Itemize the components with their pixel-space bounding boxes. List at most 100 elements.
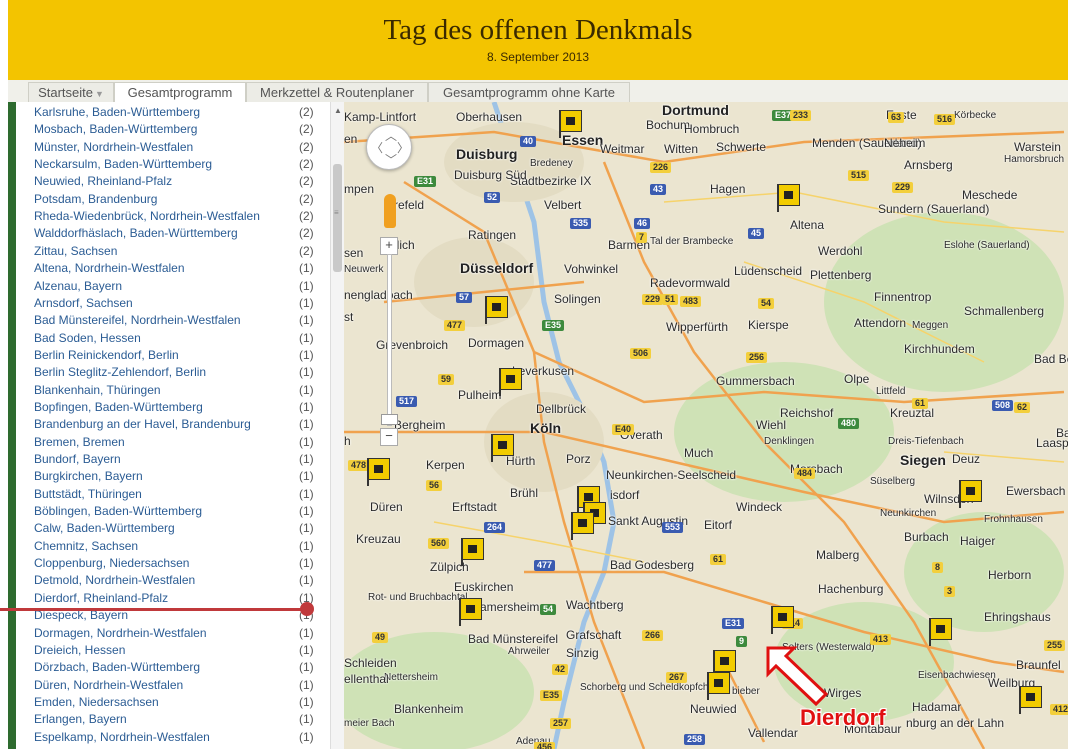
scrollbar[interactable]: ▲ ≡ (330, 102, 345, 749)
place-name[interactable]: Bad Münstereifel, Nordrhein-Westfalen (34, 312, 241, 329)
place-list-item[interactable]: Walddorfhäslach, Baden-Württemberg (2) (16, 225, 330, 242)
pan-right-icon[interactable]: 〉 (397, 139, 409, 156)
pan-control[interactable]: ︿ 〈〉 ﹀ (366, 124, 412, 170)
place-name[interactable]: Zittau, Sachsen (34, 243, 117, 260)
place-list-item[interactable]: Arnsdorf, Sachsen (1) (16, 295, 330, 312)
place-name[interactable]: Dreieich, Hessen (34, 642, 125, 659)
place-list-item[interactable]: Brandenburg an der Havel, Brandenburg (1) (16, 416, 330, 433)
place-list-item[interactable]: Emden, Niedersachsen (1) (16, 694, 330, 711)
place-name[interactable]: Berlin Steglitz-Zehlendorf, Berlin (34, 364, 206, 381)
monument-marker-icon[interactable] (1018, 686, 1042, 714)
monument-marker-icon[interactable] (366, 458, 390, 486)
street-view-pegman-icon[interactable] (384, 194, 396, 228)
place-name[interactable]: Calw, Baden-Württemberg (34, 520, 175, 537)
tab-merkzettel[interactable]: Merkzettel & Routenplaner (246, 82, 428, 102)
place-list-item[interactable]: Cloppenburg, Niedersachsen (1) (16, 555, 330, 572)
place-list-item[interactable]: Bad Soden, Hessen (1) (16, 330, 330, 347)
place-name[interactable]: Potsdam, Brandenburg (34, 191, 157, 208)
tab-gesamtprogramm[interactable]: Gesamtprogramm (114, 82, 246, 103)
place-name[interactable]: Düren, Nordrhein-Westfalen (34, 677, 183, 694)
place-name[interactable]: Espelkamp, Nordrhein-Westfalen (34, 729, 210, 746)
place-list-item[interactable]: Bremen, Bremen (1) (16, 434, 330, 451)
place-list-item[interactable]: Altena, Nordrhein-Westfalen (1) (16, 260, 330, 277)
place-list-item[interactable]: Berlin Steglitz-Zehlendorf, Berlin (1) (16, 364, 330, 381)
place-name[interactable]: Mosbach, Baden-Württemberg (34, 121, 197, 138)
place-name[interactable]: Brandenburg an der Havel, Brandenburg (34, 416, 251, 433)
place-name[interactable]: Alzenau, Bayern (34, 278, 122, 295)
place-name[interactable]: Detmold, Nordrhein-Westfalen (34, 572, 195, 589)
place-list-item[interactable]: Espelkamp, Nordrhein-Westfalen (1) (16, 729, 330, 746)
place-list-item[interactable]: Düren, Nordrhein-Westfalen (1) (16, 677, 330, 694)
monument-marker-icon[interactable] (706, 672, 730, 700)
pan-up-icon[interactable]: ︿ (385, 127, 397, 144)
place-list-item[interactable]: Chemnitz, Sachsen (1) (16, 538, 330, 555)
place-list-item[interactable]: Blankenhain, Thüringen (1) (16, 382, 330, 399)
place-name[interactable]: Erlangen, Bayern (34, 711, 127, 728)
place-name[interactable]: Buttstädt, Thüringen (34, 486, 142, 503)
monument-marker-icon[interactable] (460, 538, 484, 566)
place-list-item[interactable]: Zittau, Sachsen (2) (16, 243, 330, 260)
place-list-item[interactable]: Böblingen, Baden-Württemberg (1) (16, 503, 330, 520)
monument-marker-icon[interactable] (958, 480, 982, 508)
place-list-item[interactable]: Detmold, Nordrhein-Westfalen (1) (16, 572, 330, 589)
place-name[interactable]: Berlin Reinickendorf, Berlin (34, 347, 179, 364)
place-name[interactable]: Bremen, Bremen (34, 434, 125, 451)
monument-marker-icon[interactable] (776, 184, 800, 212)
place-list-item[interactable]: Bopfingen, Baden-Württemberg (1) (16, 399, 330, 416)
place-name[interactable]: Böblingen, Baden-Württemberg (34, 503, 202, 520)
place-name[interactable]: Burgkirchen, Bayern (34, 468, 143, 485)
place-list-item[interactable]: Alzenau, Bayern (1) (16, 278, 330, 295)
tab-ohne-karte[interactable]: Gesamtprogramm ohne Karte (428, 82, 630, 102)
place-list-item[interactable]: Dörzbach, Baden-Württemberg (1) (16, 659, 330, 676)
monument-marker-icon[interactable] (498, 368, 522, 396)
place-name[interactable]: Rheda-Wiedenbrück, Nordrhein-Westfalen (34, 208, 260, 225)
place-name[interactable]: Walddorfhäslach, Baden-Württemberg (34, 225, 238, 242)
place-list-item[interactable]: Münster, Nordrhein-Westfalen (2) (16, 139, 330, 156)
place-name[interactable]: Dörzbach, Baden-Württemberg (34, 659, 200, 676)
place-list-item[interactable]: Neuwied, Rheinland-Pfalz (2) (16, 173, 330, 190)
monument-marker-icon[interactable] (770, 606, 794, 634)
zoom-slider-knob[interactable] (381, 414, 398, 425)
monument-marker-icon[interactable] (484, 296, 508, 324)
place-list-item[interactable]: Erlangen, Bayern (1) (16, 711, 330, 728)
monument-marker-icon[interactable] (490, 434, 514, 462)
place-name[interactable]: Cloppenburg, Niedersachsen (34, 555, 189, 572)
place-name[interactable]: Karlsruhe, Baden-Württemberg (34, 104, 200, 121)
zoom-slider-track[interactable] (387, 254, 392, 426)
pan-down-icon[interactable]: ﹀ (385, 151, 397, 168)
place-name[interactable]: Dierdorf, Rheinland-Pfalz (34, 590, 168, 607)
place-name[interactable]: Blankenhain, Thüringen (34, 382, 161, 399)
monument-marker-icon[interactable] (570, 512, 594, 540)
monument-marker-icon[interactable] (558, 110, 582, 138)
place-list-item[interactable]: Dreieich, Hessen (1) (16, 642, 330, 659)
place-list-item[interactable]: Karlsruhe, Baden-Württemberg (2) (16, 104, 330, 121)
zoom-in-button[interactable]: + (380, 237, 398, 255)
place-list-item[interactable]: Neckarsulm, Baden-Württemberg (2) (16, 156, 330, 173)
zoom-out-button[interactable]: − (380, 428, 398, 446)
place-name[interactable]: Bad Soden, Hessen (34, 330, 141, 347)
tab-startseite[interactable]: Startseite ▼ (28, 82, 114, 102)
scroll-up-icon[interactable]: ▲ (334, 106, 342, 115)
scrollbar-thumb[interactable] (333, 164, 342, 272)
place-list-item[interactable]: Calw, Baden-Württemberg (1) (16, 520, 330, 537)
place-list-item[interactable]: Rheda-Wiedenbrück, Nordrhein-Westfalen (2… (16, 208, 330, 225)
pan-left-icon[interactable]: 〈 (371, 139, 383, 156)
place-name[interactable]: Emden, Niedersachsen (34, 694, 159, 711)
place-name[interactable]: Dormagen, Nordrhein-Westfalen (34, 625, 207, 642)
place-name[interactable]: Bopfingen, Baden-Württemberg (34, 399, 203, 416)
place-name[interactable]: Neckarsulm, Baden-Württemberg (34, 156, 212, 173)
place-list-item[interactable]: Buttstädt, Thüringen (1) (16, 486, 330, 503)
map-view[interactable]: Kamp-Lintfort Oberhausen Essen Dortmund Boch… (344, 102, 1068, 749)
place-name[interactable]: Arnsdorf, Sachsen (34, 295, 133, 312)
place-name[interactable]: Münster, Nordrhein-Westfalen (34, 139, 193, 156)
place-list-item[interactable]: Potsdam, Brandenburg (2) (16, 191, 330, 208)
place-name[interactable]: Neuwied, Rheinland-Pfalz (34, 173, 172, 190)
place-name[interactable]: Altena, Nordrhein-Westfalen (34, 260, 185, 277)
place-list-item[interactable]: Dierdorf, Rheinland-Pfalz (1) (16, 590, 330, 607)
place-name[interactable]: Chemnitz, Sachsen (34, 538, 138, 555)
place-list-item[interactable]: Mosbach, Baden-Württemberg (2) (16, 121, 330, 138)
monument-marker-icon[interactable] (928, 618, 952, 646)
place-list-item[interactable]: Bundorf, Bayern (1) (16, 451, 330, 468)
monument-marker-icon[interactable] (458, 598, 482, 626)
place-list-item[interactable]: Dormagen, Nordrhein-Westfalen (1) (16, 625, 330, 642)
